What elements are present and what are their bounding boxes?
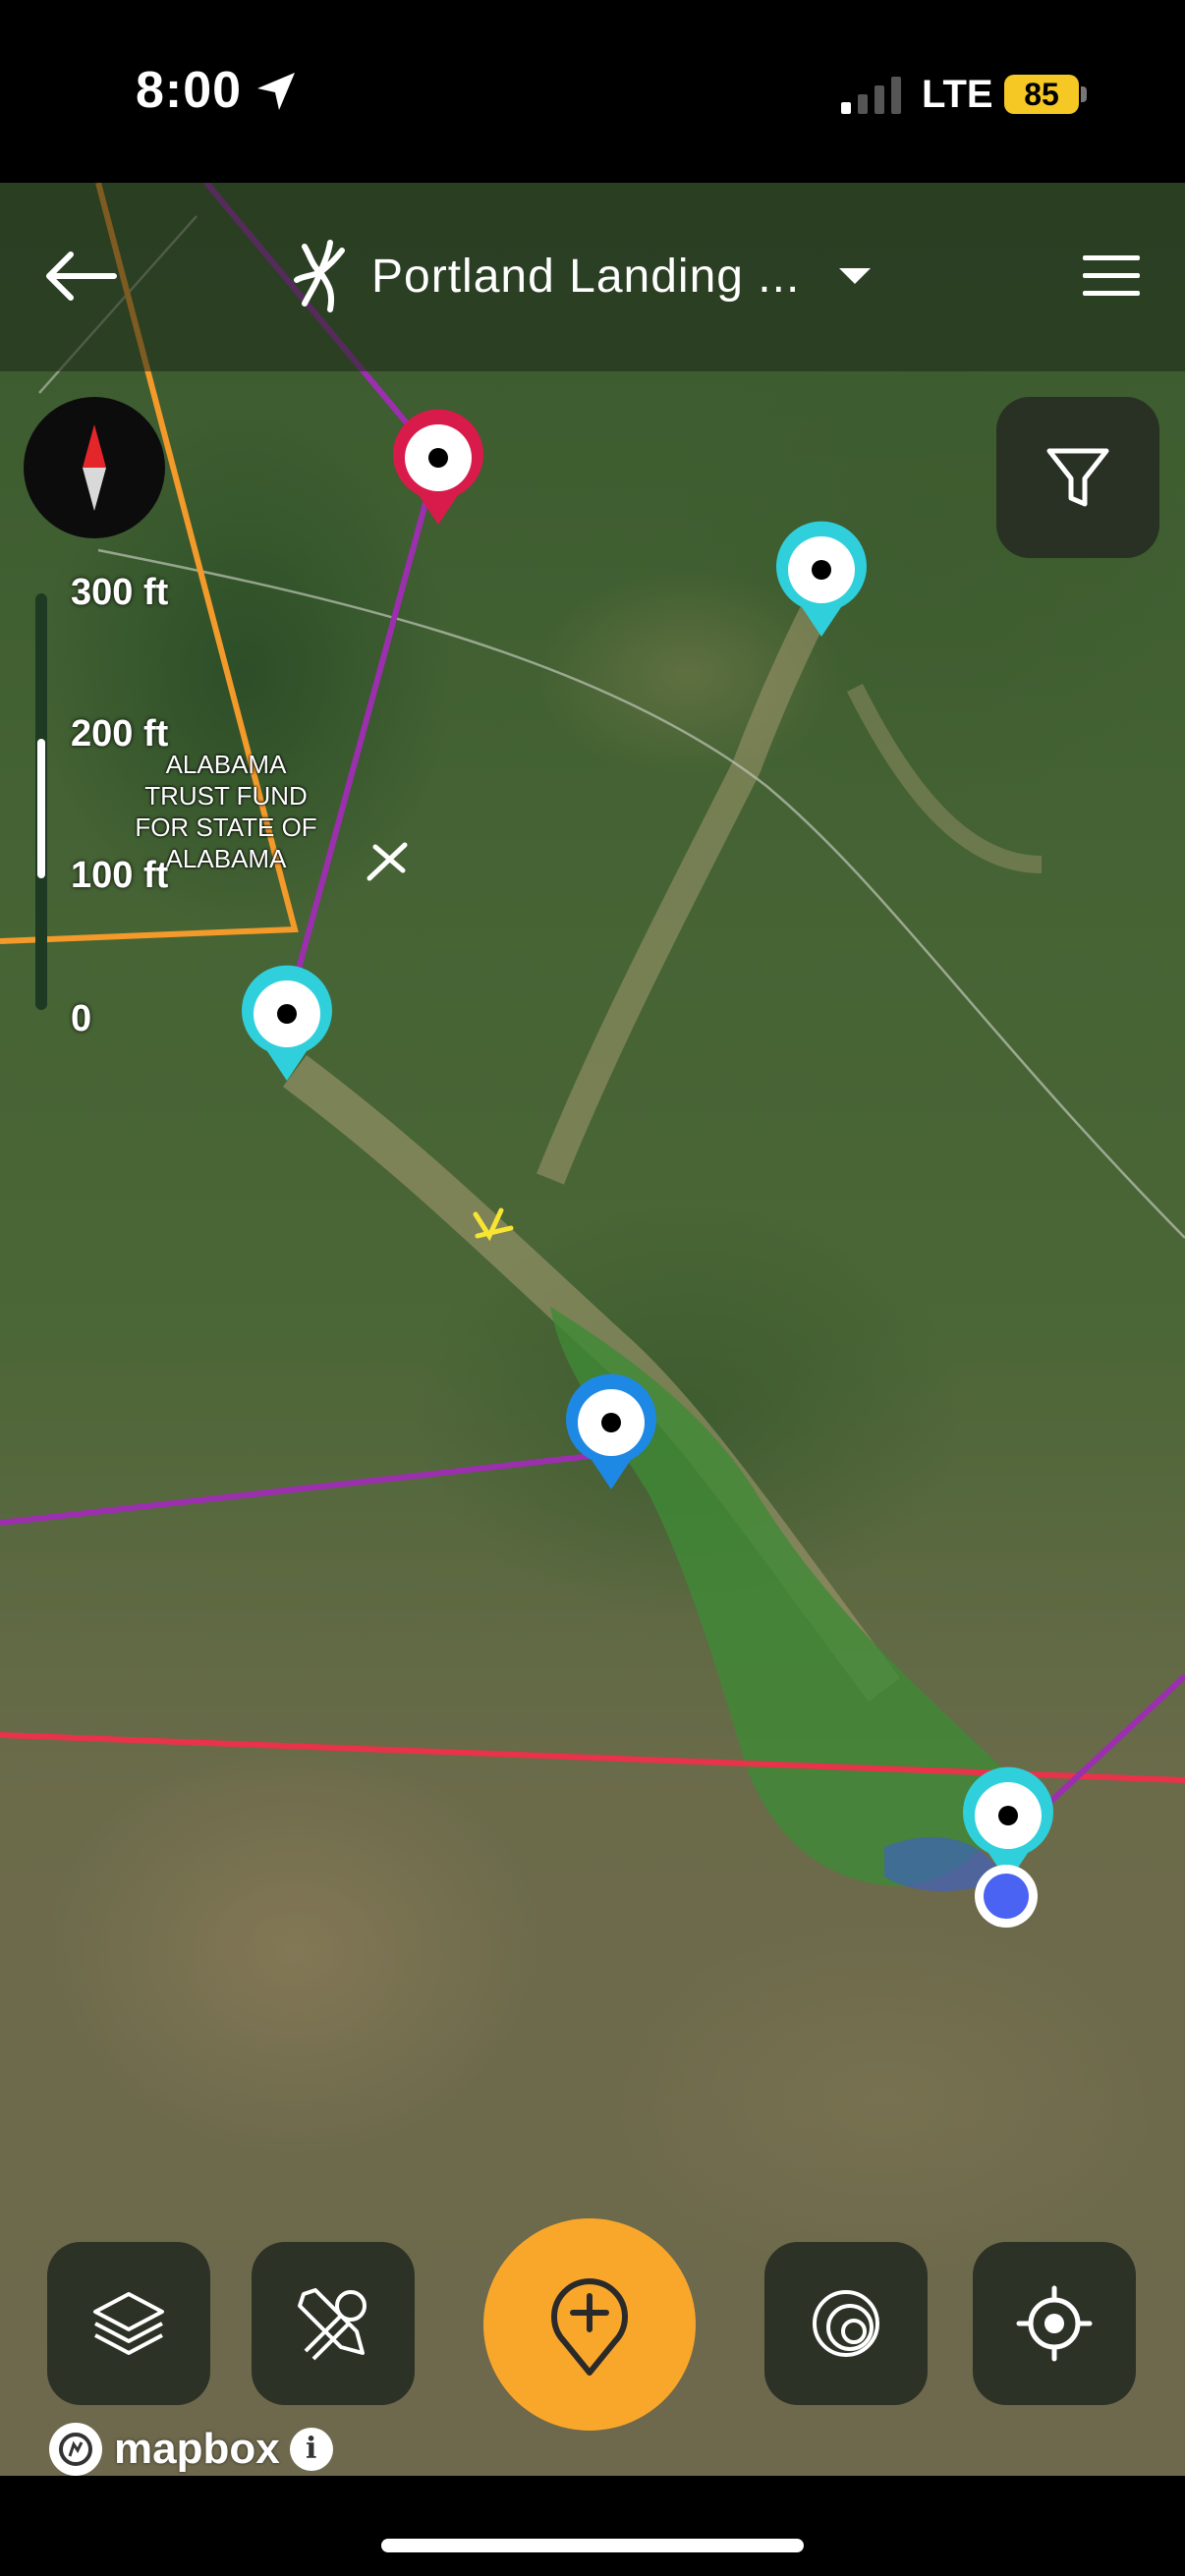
layers-icon: [93, 2292, 164, 2355]
mapbox-logo-icon: [49, 2423, 102, 2476]
info-icon[interactable]: i: [289, 2428, 333, 2471]
scale-label: 200 ft: [71, 713, 169, 755]
mapbox-attribution: mapbox i: [49, 2423, 333, 2476]
waypoint-pin-cyan-icon[interactable]: [772, 521, 871, 639]
trail: [536, 583, 839, 1185]
dropdown-caret-icon: [839, 268, 872, 284]
x-mark-icon: [367, 842, 408, 881]
trail-line: [97, 548, 1185, 1239]
home-indicator[interactable]: [381, 2539, 804, 2552]
scale-label: 100 ft: [71, 855, 169, 896]
property-title: Portland Landing ...: [371, 250, 801, 303]
add-pin-icon: [551, 2278, 628, 2376]
scale-label: 300 ft: [71, 572, 169, 613]
battery-icon: 85: [1004, 75, 1079, 114]
signal-bars-icon: [841, 77, 901, 114]
compass-icon: [83, 424, 106, 511]
network-type: LTE: [922, 73, 993, 116]
tools-button[interactable]: [252, 2242, 415, 2405]
app-screen: 8:00 LTE 85 ALABAMA TRUST FUND FOR STATE…: [0, 0, 1185, 2576]
scale-label: 0: [71, 998, 92, 1039]
trail: [846, 683, 1043, 873]
range-rings-button[interactable]: [764, 2242, 928, 2405]
filter-icon: [1046, 448, 1109, 507]
filter-button[interactable]: [996, 397, 1159, 558]
scale-bar-fill: [37, 739, 45, 878]
rings-icon: [813, 2290, 879, 2357]
property-label-line: TRUST FUND: [144, 781, 308, 811]
route-line: [0, 1451, 610, 1526]
add-waypoint-button[interactable]: [483, 2218, 696, 2431]
status-bar: 8:00 LTE 85: [0, 0, 1185, 183]
buck-logo-icon: [294, 240, 345, 312]
waypoint-pin-crimson-icon[interactable]: [389, 409, 487, 527]
back-arrow-icon[interactable]: [41, 242, 120, 310]
status-time: 8:00: [136, 62, 243, 119]
property-label-line: FOR STATE OF: [135, 812, 317, 842]
battery-tip: [1081, 86, 1087, 102]
location-arrow-icon: [257, 73, 295, 110]
locate-me-icon: [1016, 2285, 1093, 2362]
layers-button[interactable]: [47, 2242, 210, 2405]
locate-me-button[interactable]: [973, 2242, 1136, 2405]
compass-button[interactable]: [24, 397, 165, 538]
hamburger-menu-icon[interactable]: [1081, 252, 1142, 301]
property-selector[interactable]: Portland Landing ...: [291, 232, 872, 320]
battery-level: 85: [1024, 77, 1059, 112]
user-location-icon[interactable]: [973, 1863, 1040, 1930]
waypoint-pin-cyan-icon[interactable]: [238, 965, 336, 1083]
tools-icon: [298, 2288, 367, 2361]
waypoint-pin-blue-icon[interactable]: [562, 1373, 660, 1491]
mapbox-wordmark: mapbox: [114, 2425, 280, 2473]
